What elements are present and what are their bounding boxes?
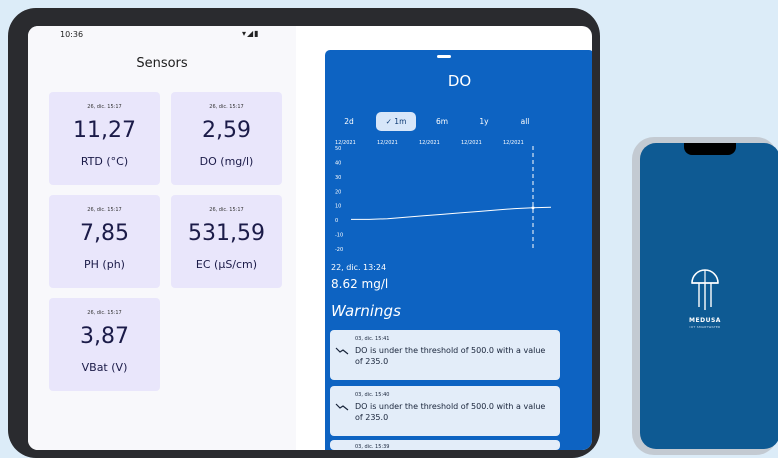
y-tick-label: -20 <box>335 247 343 253</box>
y-tick-label: 20 <box>335 189 341 195</box>
sensor-card-ec[interactable]: 26, dic. 15:17 531,59 EC (μS/cm) <box>171 195 282 288</box>
card-label: VBat (V) <box>81 361 128 374</box>
card-timestamp: 26, dic. 15:17 <box>87 104 122 110</box>
warning-timestamp: 03, dic. 15:40 <box>355 392 390 398</box>
card-timestamp: 26, dic. 15:17 <box>87 207 122 213</box>
warnings-title: Warnings <box>331 302 401 320</box>
card-value: 3,87 <box>80 324 129 349</box>
sensor-card-do[interactable]: 26, dic. 15:17 2,59 DO (mg/l) <box>171 92 282 185</box>
card-timestamp: 26, dic. 15:17 <box>87 310 122 316</box>
warning-message: DO is under the threshold of 500.0 with … <box>355 346 546 366</box>
brand-subtitle: IOT SMARTWATER <box>689 325 721 329</box>
medusa-logo-icon <box>691 269 719 310</box>
brand-name: MEDUSA <box>689 317 721 324</box>
y-tick-label: 10 <box>335 204 341 210</box>
range-1m-button[interactable]: ✓ 1m <box>376 112 416 131</box>
sensor-card-rtd[interactable]: 26, dic. 15:17 11,27 RTD (°C) <box>49 92 160 185</box>
readout-value: 8.62 mg/l <box>331 277 389 291</box>
series-line <box>351 206 552 220</box>
sensor-card-vbat[interactable]: 26, dic. 15:17 3,87 VBat (V) <box>49 298 160 391</box>
do-line-chart[interactable]: 12/2021 12/2021 12/2021 12/2021 12/2021 5040… <box>325 136 565 258</box>
tablet-device: 10:36 ▾◢▮ Sensors 26, dic. 15:17 11,27 R… <box>8 8 600 458</box>
trending-down-icon <box>335 403 349 411</box>
chart-cursor-point <box>531 206 535 210</box>
warning-timestamp: 03, dic. 15:39 <box>355 444 390 450</box>
warning-item[interactable]: 03, dic. 15:39 <box>330 440 560 450</box>
card-label: PH (ph) <box>84 258 125 271</box>
sheet-title: DO <box>447 72 472 90</box>
warning-item[interactable]: 03, dic. 15:40 DO is under the threshold… <box>330 386 560 436</box>
status-icons: ▾◢▮ <box>242 29 260 38</box>
card-value: 2,59 <box>202 118 251 143</box>
phone-device: MEDUSA IOT SMARTWATER <box>632 137 778 455</box>
readout-timestamp: 22, dic. 13:24 <box>331 263 387 272</box>
do-detail-sheet: DO 2d ✓ 1m 6m 1y all 12/2021 12/2021 12/20… <box>325 50 592 450</box>
y-tick-label: 50 <box>335 146 341 152</box>
page-title: Sensors <box>136 56 188 71</box>
range-2d-button[interactable]: 2d <box>333 112 365 131</box>
sheet-drag-handle[interactable] <box>437 55 451 58</box>
status-time: 10:36 <box>60 30 84 39</box>
range-6m-button[interactable]: 6m <box>426 112 458 131</box>
card-timestamp: 26, dic. 15:17 <box>209 207 244 213</box>
tablet-screen: 10:36 ▾◢▮ Sensors 26, dic. 15:17 11,27 R… <box>28 26 592 450</box>
card-value: 11,27 <box>73 118 136 143</box>
y-tick-label: -10 <box>335 233 343 239</box>
phone-notch <box>684 143 736 155</box>
sensor-card-ph[interactable]: 26, dic. 15:17 7,85 PH (ph) <box>49 195 160 288</box>
y-tick-label: 0 <box>335 218 338 224</box>
range-all-button[interactable]: all <box>509 112 541 131</box>
card-value: 7,85 <box>80 221 129 246</box>
card-label: RTD (°C) <box>80 155 129 168</box>
trending-down-icon <box>335 347 349 355</box>
x-tick-label: 12/2021 <box>503 140 524 146</box>
x-tick-label: 12/2021 <box>377 140 398 146</box>
range-1y-button[interactable]: 1y <box>468 112 500 131</box>
card-timestamp: 26, dic. 15:17 <box>209 104 244 110</box>
warning-message: DO is under the threshold of 500.0 with … <box>355 402 546 422</box>
card-value: 531,59 <box>188 221 265 246</box>
sensors-pane: 10:36 ▾◢▮ Sensors 26, dic. 15:17 11,27 R… <box>28 26 296 450</box>
y-tick-label: 40 <box>335 160 341 166</box>
warning-timestamp: 03, dic. 15:41 <box>355 336 390 342</box>
x-tick-label: 12/2021 <box>419 140 440 146</box>
warning-item[interactable]: 03, dic. 15:41 DO is under the threshold… <box>330 330 560 380</box>
card-label: EC (μS/cm) <box>195 258 258 271</box>
card-label: DO (mg/l) <box>199 155 254 168</box>
x-tick-label: 12/2021 <box>461 140 482 146</box>
y-tick-label: 30 <box>335 175 341 181</box>
